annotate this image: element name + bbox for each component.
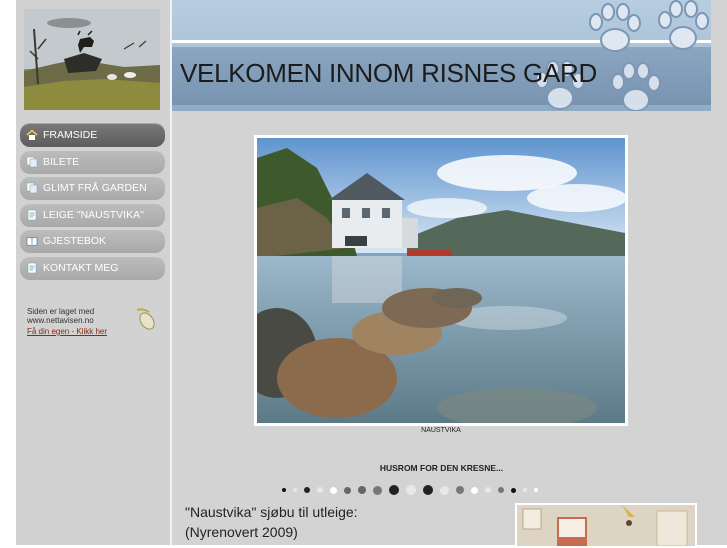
acorn-icon <box>136 308 155 330</box>
sidebar: FRAMSIDE BILETE GLIMT FRÅ GARDEN LEIGE "… <box>16 0 170 545</box>
slideshow-dot[interactable] <box>389 485 399 495</box>
goat-landscape-image <box>24 9 160 110</box>
menu-item-label: KONTAKT MEG <box>43 261 119 274</box>
badge-url: www.nettavisen.no <box>27 316 94 325</box>
intro-line-1: "Naustvika" sjøbu til utleige: <box>185 504 358 520</box>
book-icon <box>26 236 38 247</box>
slideshow-dot[interactable] <box>471 486 478 494</box>
menu-item-label: GLIMT FRÅ GARDEN <box>43 182 147 194</box>
pages-icon <box>26 182 38 194</box>
slideshow-dot[interactable] <box>304 487 310 493</box>
nettavisen-badge: Siden er laget med www.nettavisen.no Få … <box>27 302 159 342</box>
menu-item-label: LEIGE "NAUSTVIKA" <box>43 208 144 221</box>
hero-caption: NAUSTVIKA <box>421 427 461 434</box>
slideshow-dot[interactable] <box>423 485 433 495</box>
slideshow-dot[interactable] <box>534 488 538 492</box>
menu-item-bilete[interactable]: BILETE <box>20 149 165 174</box>
slideshow-dot[interactable] <box>498 487 504 493</box>
slideshow-dot[interactable] <box>440 485 449 495</box>
document-icon <box>27 262 37 273</box>
slideshow-dot[interactable] <box>330 486 337 494</box>
home-icon <box>26 129 38 140</box>
hero-photo[interactable] <box>254 135 628 426</box>
slideshow-dot[interactable] <box>317 487 323 493</box>
slideshow-dot[interactable] <box>523 488 527 492</box>
main-menu: FRAMSIDE BILETE GLIMT FRÅ GARDEN LEIGE "… <box>20 123 165 282</box>
slideshow-dots <box>282 484 545 496</box>
page-title: VELKOMEN INNOM RISNES GARD <box>180 58 597 88</box>
menu-item-glimt-fra-garden[interactable]: GLIMT FRÅ GARDEN <box>20 176 165 200</box>
badge-text: Siden er laget med <box>27 307 95 316</box>
header-banner: VELKOMEN INNOM RISNES GARD <box>172 0 711 111</box>
intro-text: "Naustvika" sjøbu til utleige: (Nyrenove… <box>185 502 485 542</box>
document-icon <box>27 209 37 220</box>
slideshow-subtitle: HUSROM FOR DEN KRESNE... <box>379 463 504 473</box>
slideshow-dot[interactable] <box>293 488 297 492</box>
paw-print-icon <box>658 0 709 50</box>
slideshow-dot[interactable] <box>456 486 464 494</box>
menu-item-kontakt-meg[interactable]: KONTAKT MEG <box>20 255 165 280</box>
slideshow-dot[interactable] <box>406 485 416 495</box>
slideshow-dot[interactable] <box>485 487 491 493</box>
paw-print-icon <box>589 3 641 52</box>
menu-item-label: FRAMSIDE <box>43 129 98 141</box>
menu-item-label: BILETE <box>43 155 80 168</box>
slideshow-dot[interactable] <box>511 487 516 493</box>
slideshow-dot[interactable] <box>344 486 351 494</box>
pages-icon <box>26 156 38 167</box>
page-margin <box>0 0 16 545</box>
interior-image <box>517 505 695 546</box>
main-content: VELKOMEN INNOM RISNES GARD NAUSTVIKA HUS… <box>172 0 727 548</box>
menu-item-leige-naustvika[interactable]: LEIGE "NAUSTVIKA" <box>20 202 165 227</box>
badge-link[interactable]: Få din egen - Klikk her <box>27 327 107 336</box>
menu-item-framside[interactable]: FRAMSIDE <box>20 123 165 147</box>
boathouse-lake-image <box>257 138 625 423</box>
sidebar-goat-photo <box>24 9 160 110</box>
intro-line-2: (Nyrenovert 2009) <box>185 524 298 540</box>
interior-photo[interactable] <box>515 503 697 548</box>
menu-item-gjestebok[interactable]: GJESTEBOK <box>20 229 165 253</box>
paw-print-icon <box>611 62 661 111</box>
slideshow-dot[interactable] <box>373 485 382 495</box>
slideshow-dot[interactable] <box>358 486 366 494</box>
slideshow-dot[interactable] <box>282 488 286 492</box>
menu-item-label: GJESTEBOK <box>43 235 107 247</box>
